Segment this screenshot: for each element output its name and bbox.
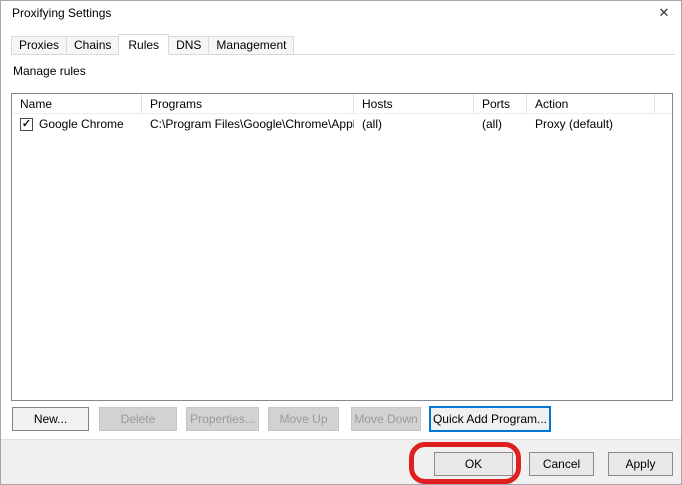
tab-chains[interactable]: Chains (66, 36, 119, 54)
tab-proxies[interactable]: Proxies (11, 36, 67, 54)
rule-name: Google Chrome (39, 117, 124, 131)
new-button[interactable]: New... (12, 407, 89, 431)
ok-button[interactable]: OK (434, 452, 513, 476)
column-header-filler (655, 94, 672, 113)
column-header-ports[interactable]: Ports (474, 94, 527, 113)
cancel-button[interactable]: Cancel (529, 452, 594, 476)
rules-list-header: Name Programs Hosts Ports Action (12, 94, 672, 114)
apply-button[interactable]: Apply (608, 452, 673, 476)
checkmark-icon: ✓ (22, 119, 31, 130)
rule-programs: C:\Program Files\Google\Chrome\Appl... (142, 117, 354, 131)
rule-ports: (all) (474, 117, 527, 131)
rule-name-cell: ✓ Google Chrome (12, 117, 142, 131)
manage-rules-label: Manage rules (13, 64, 86, 78)
rule-enabled-checkbox[interactable]: ✓ (20, 118, 33, 131)
quick-add-program-button[interactable]: Quick Add Program... (429, 406, 551, 432)
rule-hosts: (all) (354, 117, 474, 131)
tab-management[interactable]: Management (208, 36, 294, 54)
rule-action: Proxy (default) (527, 117, 655, 131)
rules-list[interactable]: Name Programs Hosts Ports Action ✓ Googl… (11, 93, 673, 401)
dialog-footer: OK Cancel Apply (1, 439, 681, 484)
column-header-name[interactable]: Name (12, 94, 142, 113)
column-header-programs[interactable]: Programs (142, 94, 354, 113)
column-header-action[interactable]: Action (527, 94, 655, 113)
window-title: Proxifying Settings (12, 6, 111, 20)
tab-strip: Proxies Chains Rules DNS Management (11, 34, 675, 55)
properties-button[interactable]: Properties... (186, 407, 259, 431)
close-icon[interactable]: ✕ (655, 4, 673, 22)
column-header-hosts[interactable]: Hosts (354, 94, 474, 113)
move-down-button[interactable]: Move Down (351, 407, 421, 431)
tab-dns[interactable]: DNS (168, 36, 209, 54)
delete-button[interactable]: Delete (99, 407, 177, 431)
tab-rules[interactable]: Rules (118, 34, 169, 55)
proxifier-settings-window: Proxifying Settings ✕ Proxies Chains Rul… (0, 0, 682, 485)
move-up-button[interactable]: Move Up (268, 407, 339, 431)
rule-row[interactable]: ✓ Google Chrome C:\Program Files\Google\… (12, 114, 672, 134)
